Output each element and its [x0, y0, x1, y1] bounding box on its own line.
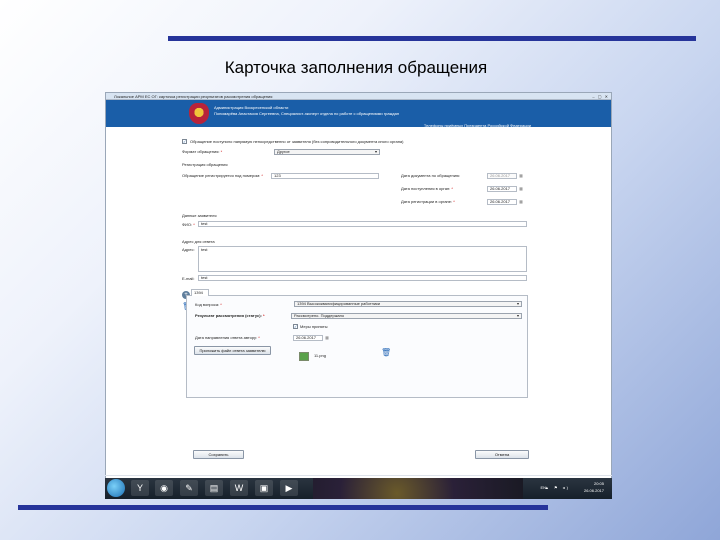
- question-code-label: Код вопроса: *: [195, 302, 222, 307]
- chrome-icon[interactable]: ◉: [155, 480, 173, 496]
- footer-divider: [105, 475, 612, 476]
- email-field[interactable]: test: [198, 275, 527, 281]
- system-tray-icons[interactable]: ▲ ⚑ ◂): [545, 485, 570, 490]
- clock-date: 26.06.2017: [583, 488, 604, 493]
- window-controls[interactable]: – ▢ ✕: [592, 94, 609, 99]
- format-value: Другое: [277, 149, 290, 154]
- attach-answer-file-button[interactable]: Приложить файл ответа заявителю: [194, 346, 271, 355]
- file-explorer-icon[interactable]: ▤: [205, 480, 223, 496]
- president-phones-link[interactable]: Телефоны приёмных Президента Российской …: [424, 123, 531, 128]
- registered-date-label: Дата регистрации в органе: *: [401, 199, 455, 204]
- app-header: Администрация Воскресенской области Поно…: [106, 100, 611, 128]
- format-label: Формат обращения: *: [182, 149, 223, 154]
- window-title-bar: Локальное АРМ ЕС ОГ: карточка регистраци…: [106, 93, 611, 100]
- doc-date-label: Дата документа по обращению:: [401, 173, 461, 178]
- app-window-icon[interactable]: ▣: [255, 480, 273, 496]
- address-section-title: Адрес для ответа: [182, 239, 215, 244]
- address-label: Адрес:: [182, 247, 195, 252]
- checkmark-icon: ✓: [294, 324, 298, 329]
- yandex-browser-icon[interactable]: Y: [131, 480, 149, 496]
- trash-icon[interactable]: 🗑: [381, 348, 391, 357]
- chevron-down-icon: ▾: [516, 313, 519, 318]
- applicant-section-title: Данные заявителя: [182, 213, 217, 218]
- fio-field[interactable]: test: [198, 221, 527, 227]
- direct-appeal-label: Обращение поступило напрямую непосредств…: [190, 139, 404, 144]
- save-button[interactable]: Сохранить: [193, 450, 244, 459]
- chevron-down-icon: ▾: [374, 149, 377, 154]
- window-title: Локальное АРМ ЕС ОГ: карточка регистраци…: [114, 94, 273, 99]
- crest-icon: [189, 103, 209, 124]
- direct-appeal-checkbox[interactable]: ✓: [182, 139, 187, 144]
- question-tab[interactable]: 1394: [191, 289, 209, 296]
- word-icon[interactable]: W: [230, 480, 248, 496]
- cancel-button[interactable]: Отмена: [475, 450, 529, 459]
- chevron-down-icon: ▾: [516, 301, 519, 306]
- question-code-value: 1394 Высококвалифицированные работники: [297, 301, 381, 306]
- bottom-decorative-rule: [18, 505, 548, 510]
- slide-title: Карточка заполнения обращения: [224, 58, 488, 77]
- calendar-icon[interactable]: ▦: [517, 199, 525, 205]
- checkmark-icon: ✓: [183, 139, 187, 144]
- pdf-reader-icon[interactable]: ✎: [180, 480, 198, 496]
- received-date-label: Дата поступления в орган: *: [401, 186, 453, 191]
- fio-label: ФИО: *: [182, 222, 195, 227]
- email-label: E-mail:: [182, 276, 195, 281]
- top-decorative-rule: [168, 36, 696, 41]
- clock-time: 20:05: [593, 481, 604, 486]
- result-select[interactable]: Рассмотрено. Поддержано ▾: [291, 313, 522, 319]
- registration-section-title: Регистрация обращения: [182, 162, 228, 167]
- current-user: Пономарёва Анастасия Сергеевна, Специали…: [214, 111, 400, 116]
- format-select[interactable]: Другое ▾: [274, 149, 380, 155]
- measures-taken-label: Меры приняты: [300, 324, 328, 329]
- calendar-icon[interactable]: ▦: [517, 186, 525, 192]
- answer-date-label: Дата направления ответа автору: *: [195, 335, 260, 340]
- question-code-select[interactable]: 1394 Высококвалифицированные работники ▾: [294, 301, 522, 307]
- doc-date-field[interactable]: 26.06.2017: [487, 173, 517, 179]
- attached-file-name[interactable]: 11.png: [314, 353, 326, 358]
- windows-taskbar: Y ◉ ✎ ▤ W ▣ ▶ EN ▲ ⚑ ◂) 20:05 26.06.2017: [105, 478, 612, 499]
- organization-name: Администрация Воскресенской области: [214, 105, 289, 110]
- taskbar-wallpaper-strip: [313, 478, 523, 499]
- measures-taken-checkbox[interactable]: ✓: [293, 324, 298, 329]
- reg-number-label: Обращение регистрируется под номером: *: [182, 173, 263, 178]
- received-date-field[interactable]: 26.06.2017: [487, 186, 517, 192]
- registered-date-field[interactable]: 26.06.2017: [487, 199, 517, 205]
- calendar-icon[interactable]: ▦: [517, 173, 525, 179]
- result-value: Рассмотрено. Поддержано: [294, 313, 345, 318]
- address-textarea[interactable]: test: [198, 246, 527, 272]
- windows-start-icon[interactable]: [107, 479, 125, 497]
- image-file-icon[interactable]: [299, 352, 309, 361]
- calendar-icon[interactable]: ▦: [323, 335, 331, 341]
- media-player-icon[interactable]: ▶: [280, 480, 298, 496]
- taskbar-clock[interactable]: 20:05 26.06.2017: [584, 480, 604, 494]
- reg-number-field[interactable]: 123: [271, 173, 379, 179]
- answer-date-field[interactable]: 26.06.2017: [293, 335, 323, 341]
- result-label: Результат рассмотрения (статус): *: [195, 313, 265, 318]
